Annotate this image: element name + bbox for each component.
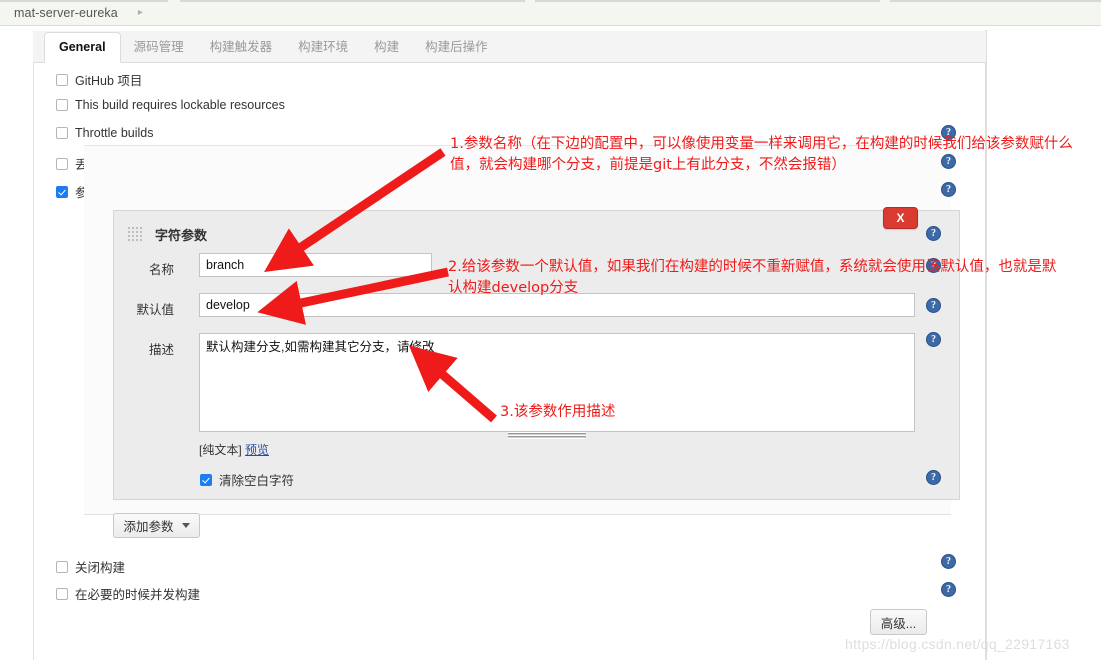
parameter-name-input[interactable] [199, 253, 432, 277]
panel-title: 字符参数 [155, 228, 208, 243]
chevron-right-icon[interactable]: ▸ [138, 7, 143, 18]
plain-text-tag: [纯文本] [199, 443, 242, 457]
disable-build-checkbox[interactable] [56, 560, 68, 573]
checkbox-label-throttle-builds: Throttle builds [75, 126, 154, 140]
description-field-label: 描述 [148, 343, 174, 357]
help-icon-throttle-builds[interactable]: ? [941, 154, 956, 169]
textarea-resize-grip[interactable] [508, 432, 586, 439]
tab-build-environment[interactable]: 构建环境 [285, 33, 361, 62]
advanced-button[interactable]: 高级... [870, 609, 927, 635]
breadcrumb-tick-3 [535, 0, 880, 2]
name-field-label: 名称 [148, 263, 174, 277]
help-icon-description-field[interactable]: ? [926, 332, 941, 347]
throttle-builds-checkbox[interactable] [56, 127, 68, 139]
default-value-field-label: 默认值 [136, 303, 174, 317]
github-project-checkbox[interactable] [56, 73, 68, 86]
drag-grip-icon[interactable] [128, 227, 144, 243]
parameterized-build-checkbox[interactable] [56, 185, 68, 198]
breadcrumb-project-link[interactable]: mat-server-eureka [14, 6, 118, 20]
breadcrumb-tick-2 [180, 0, 525, 2]
tab-build-triggers[interactable]: 构建触发器 [197, 33, 286, 62]
concurrent-build-checkbox[interactable] [56, 587, 68, 600]
tab-build[interactable]: 构建 [361, 33, 412, 62]
help-icon-name-field[interactable]: ? [926, 258, 941, 273]
advanced-button-label: 高级... [880, 616, 917, 631]
help-icon-github-project[interactable]: ? [941, 125, 956, 140]
watermark: https://blog.csdn.net/qq_22917163 [845, 636, 1070, 652]
checkbox-row-throttle-builds[interactable]: Throttle builds [56, 126, 154, 140]
help-icon-trim-whitespace[interactable]: ? [926, 470, 941, 485]
trim-whitespace-checkbox[interactable] [200, 473, 212, 486]
help-icon-parameterized-build[interactable]: ? [941, 182, 956, 197]
help-icon-default-value-field[interactable]: ? [926, 298, 941, 313]
config-tab-bar: General 源码管理 构建触发器 构建环境 构建 构建后操作 [33, 31, 986, 63]
parameter-default-value-input[interactable] [199, 293, 915, 317]
checkbox-label-disable-build: 关闭构建 [75, 561, 126, 575]
jenkins-job-config-page: mat-server-eureka ▸ General 源码管理 构建触发器 构… [0, 0, 1101, 660]
add-parameter-label: 添加参数 [123, 520, 174, 534]
caret-down-icon [181, 523, 190, 528]
breadcrumb-tick-4 [890, 0, 1101, 2]
breadcrumb-tick-1 [0, 0, 168, 2]
tab-source-management[interactable]: 源码管理 [121, 33, 197, 62]
tab-general[interactable]: General [44, 32, 121, 63]
checkbox-label-lockable-resources: This build requires lockable resources [75, 98, 285, 112]
help-icon-concurrent-build[interactable]: ? [941, 582, 956, 597]
tab-post-build-actions[interactable]: 构建后操作 [412, 33, 501, 62]
help-icon-disable-build[interactable]: ? [941, 554, 956, 569]
description-format-row: [纯文本] 预览 [199, 441, 269, 458]
preview-link[interactable]: 预览 [245, 443, 269, 457]
add-parameter-button[interactable]: 添加参数 [113, 513, 200, 538]
checkbox-label-github-project: GitHub 项目 [75, 74, 143, 88]
checkbox-row-github-project[interactable]: GitHub 项目 [56, 70, 142, 89]
right-gutter [986, 30, 1101, 660]
help-icon-parameter-name[interactable]: ? [926, 226, 941, 241]
checkbox-row-trim-whitespace[interactable]: 清除空白字符 [200, 470, 294, 489]
discard-old-builds-checkbox[interactable] [56, 157, 68, 170]
checkbox-row-concurrent-build[interactable]: 在必要的时候并发构建 [56, 584, 200, 603]
delete-parameter-button[interactable]: X [883, 207, 918, 229]
breadcrumb-bar: mat-server-eureka ▸ [0, 0, 1101, 26]
lockable-resources-checkbox[interactable] [56, 99, 68, 111]
checkbox-row-lockable-resources[interactable]: This build requires lockable resources [56, 98, 285, 112]
parameter-description-textarea[interactable]: 默认构建分支,如需构建其它分支，请修改 [199, 333, 915, 432]
checkbox-row-disable-build[interactable]: 关闭构建 [56, 557, 125, 576]
checkbox-label-concurrent-build: 在必要的时候并发构建 [75, 588, 201, 602]
checkbox-label-trim-whitespace: 清除空白字符 [219, 474, 295, 488]
